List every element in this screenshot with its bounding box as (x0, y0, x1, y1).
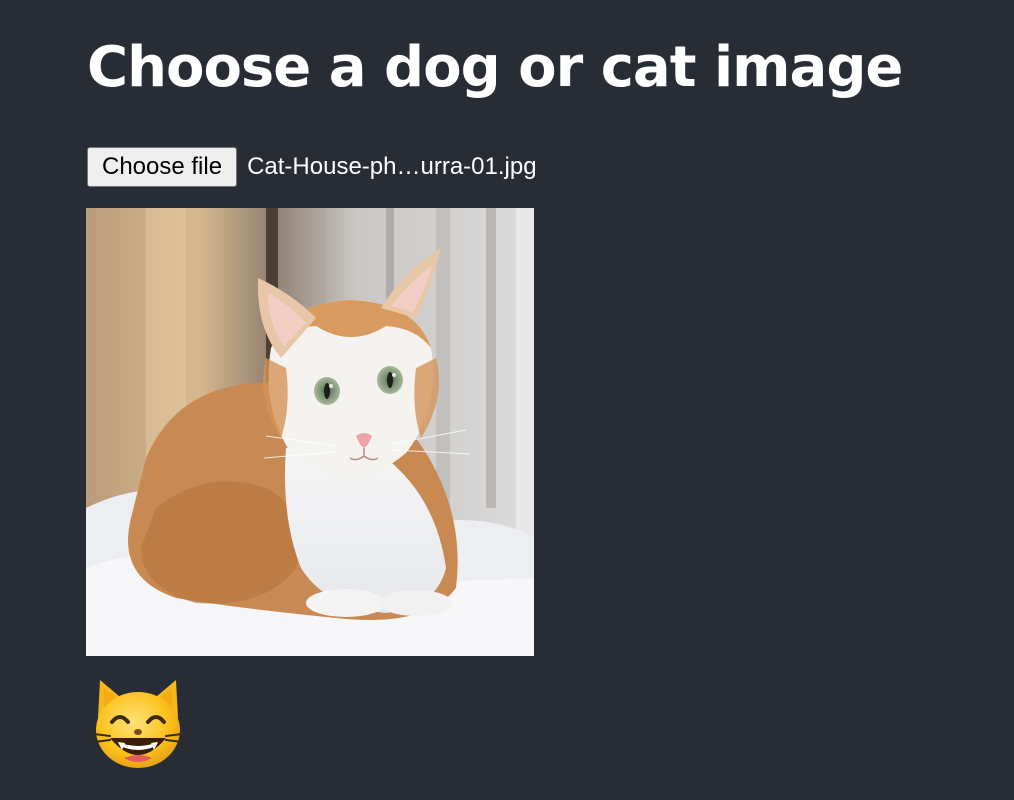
page-title: Choose a dog or cat image (87, 35, 903, 100)
image-preview (86, 208, 534, 656)
file-input[interactable]: Choose file Cat-House-ph…urra-01.jpg (87, 147, 537, 187)
cat-photo (86, 208, 534, 656)
grinning-cat-emoji-icon (92, 676, 184, 772)
selected-file-name: Cat-House-ph…urra-01.jpg (247, 153, 537, 180)
page: Choose a dog or cat image Choose file Ca… (0, 0, 1014, 800)
choose-file-button[interactable]: Choose file (87, 147, 238, 187)
